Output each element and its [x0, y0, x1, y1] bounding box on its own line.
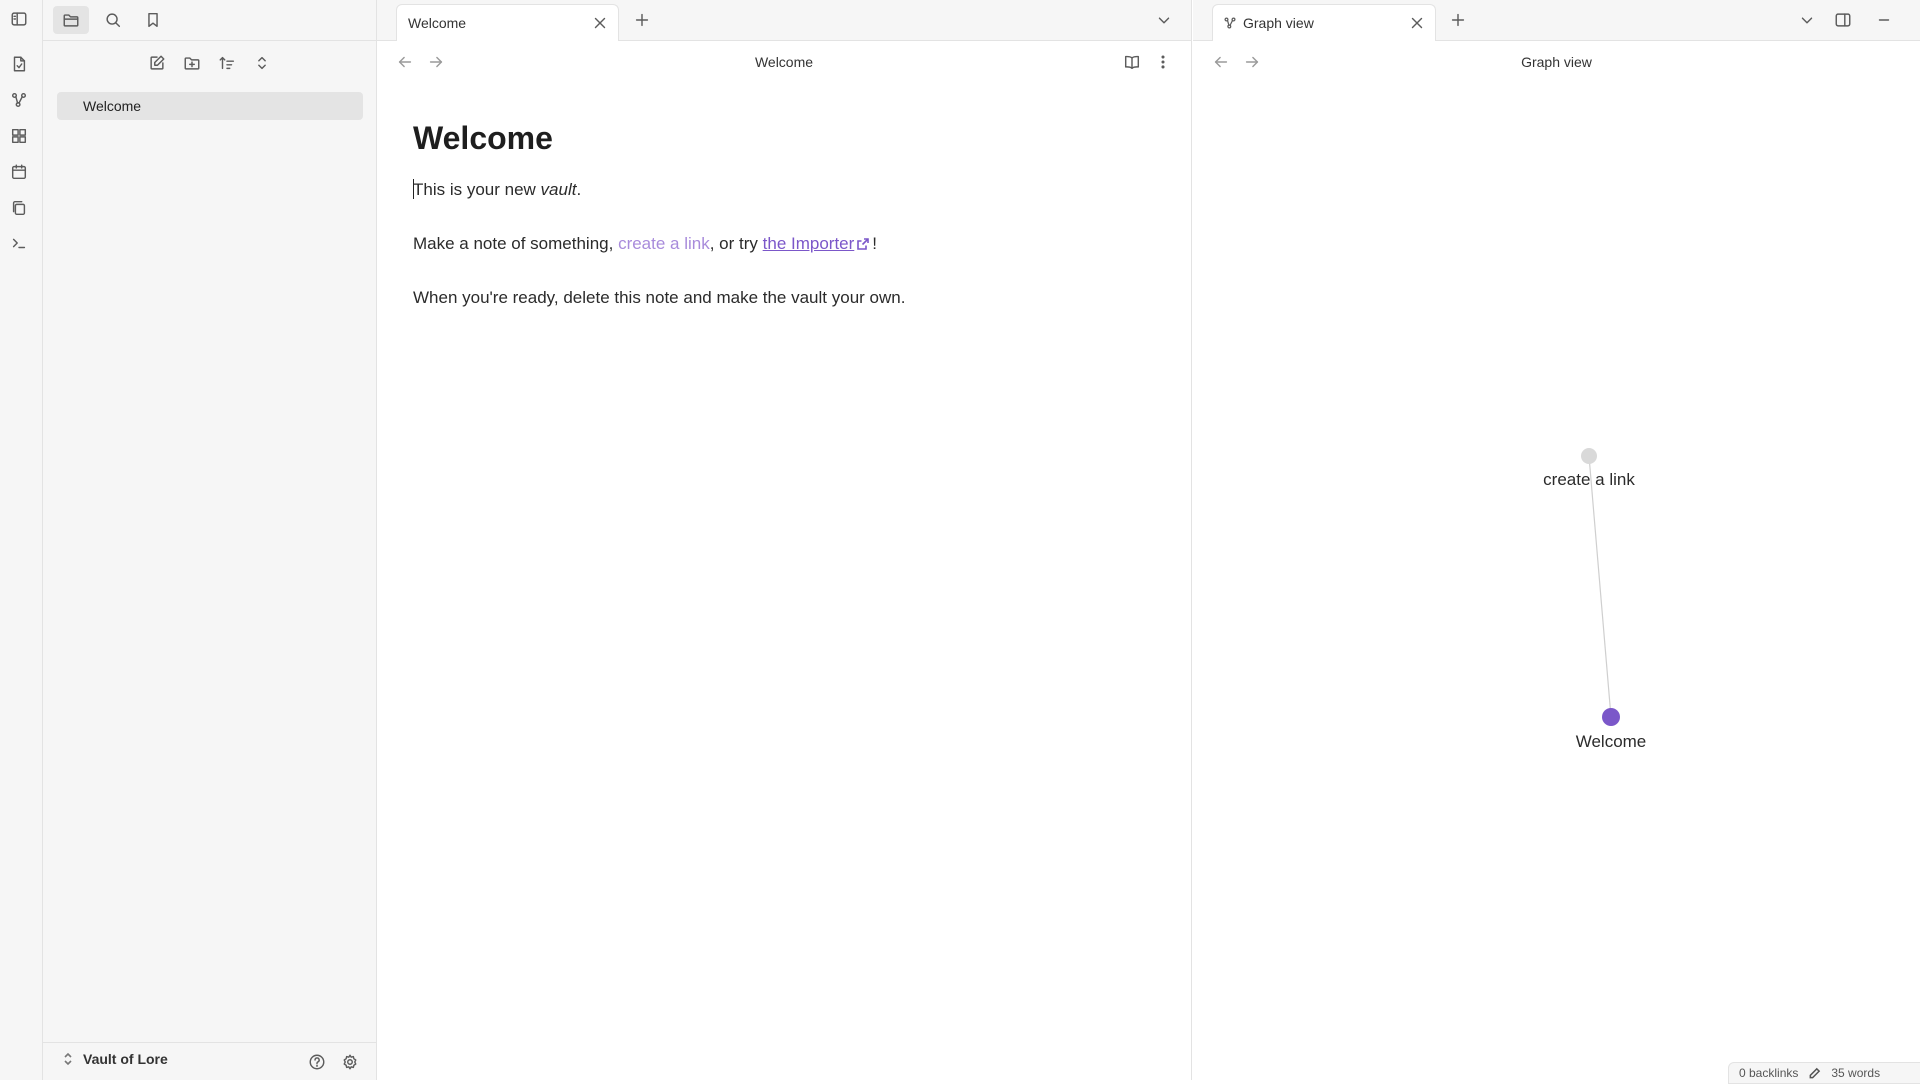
close-icon[interactable]: [588, 11, 612, 35]
graph-canvas[interactable]: create a link Welcome: [1193, 83, 1920, 1043]
close-icon[interactable]: [1405, 11, 1429, 35]
view-title: Graph view: [1521, 54, 1592, 70]
collapse-icon[interactable]: [249, 50, 275, 76]
graph-tab-bar: Graph view: [1193, 0, 1920, 41]
view-title: Welcome: [754, 54, 814, 70]
backlinks-count[interactable]: 0 backlinks: [1739, 1066, 1798, 1080]
emphasis-text: vault: [540, 180, 577, 199]
editor-view-header: Welcome: [377, 41, 1191, 83]
settings-icon[interactable]: [337, 1049, 363, 1075]
plus-icon[interactable]: [629, 7, 655, 33]
new-note-icon[interactable]: [144, 50, 170, 76]
graph-view-header: Graph view: [1193, 41, 1920, 83]
text-run: , or try: [709, 234, 763, 253]
graph-icon[interactable]: [6, 87, 32, 113]
book-icon[interactable]: [1119, 49, 1145, 75]
external-link[interactable]: the Importer: [763, 234, 855, 253]
new-folder-icon[interactable]: [179, 50, 205, 76]
bookmark-icon[interactable]: [135, 6, 171, 34]
word-count: 35 words: [1831, 1066, 1881, 1080]
edit-icon[interactable]: [1808, 1067, 1821, 1080]
ribbon: [0, 0, 43, 1080]
search-icon[interactable]: [95, 6, 131, 34]
internal-link[interactable]: create a link: [618, 234, 710, 253]
graph-node-create-a-link[interactable]: [1581, 448, 1597, 464]
more-icon[interactable]: [1150, 49, 1176, 75]
folder-icon[interactable]: [53, 6, 89, 34]
terminal-icon[interactable]: [6, 230, 32, 256]
editor-pane: Welcome Welcome Welcome This is your new…: [377, 0, 1192, 1080]
sidebar-toggle-icon[interactable]: [6, 6, 32, 32]
grid-icon[interactable]: [6, 123, 32, 149]
graph-svg: [1581, 448, 1620, 726]
external-link-icon: [856, 237, 870, 251]
graph-icon: [1223, 16, 1237, 30]
chevron-down-icon[interactable]: [1794, 7, 1820, 33]
graph-node-label: create a link: [1543, 470, 1635, 489]
graph-pane: Graph view Graph view create a link Welc…: [1193, 0, 1920, 1080]
text-run: This is your new: [413, 180, 541, 199]
tab-label: Graph view: [1243, 15, 1314, 31]
graph-edge: [1588, 455, 1612, 718]
calendar-icon[interactable]: [6, 159, 32, 185]
tab-label: Welcome: [408, 15, 467, 31]
chevron-updown-icon: [61, 1052, 75, 1066]
tab-welcome[interactable]: Welcome: [396, 4, 619, 41]
file-explorer-sidebar: Welcome Vault of Lore: [43, 0, 377, 1080]
sidebar-tab-header: [43, 0, 377, 41]
note-line-2: Make a note of something, create a link,…: [413, 232, 1153, 256]
text-run: !: [872, 234, 878, 253]
split-icon[interactable]: [1830, 7, 1856, 33]
vault-bar: Vault of Lore: [43, 1042, 377, 1080]
sort-icon[interactable]: [214, 50, 240, 76]
file-tree-item-welcome[interactable]: Welcome: [57, 92, 363, 120]
plus-icon[interactable]: [1445, 7, 1471, 33]
note-line-3: When you're ready, delete this note and …: [413, 288, 906, 307]
minimize-icon[interactable]: [1871, 7, 1897, 33]
chevron-down-icon[interactable]: [1151, 7, 1177, 33]
help-icon[interactable]: [304, 1049, 330, 1075]
open-quick-switcher-icon[interactable]: [6, 51, 32, 77]
note-line-1: This is your new vault.: [413, 178, 1153, 202]
graph-node-welcome[interactable]: [1602, 708, 1620, 726]
vault-switcher[interactable]: Vault of Lore: [61, 1051, 168, 1067]
text-run: .: [576, 180, 582, 199]
editor-tab-bar: Welcome: [377, 0, 1191, 41]
note-heading: Welcome: [413, 120, 553, 156]
note-content[interactable]: Welcome This is your new vault. Make a n…: [413, 118, 1153, 340]
status-bar: 0 backlinks 35 words: [1728, 1062, 1920, 1084]
copy-icon[interactable]: [6, 195, 32, 221]
graph-node-label: Welcome: [1575, 732, 1647, 751]
text-run: Make a note of something,: [413, 234, 619, 253]
vault-name: Vault of Lore: [83, 1051, 168, 1067]
tab-graph-view[interactable]: Graph view: [1212, 4, 1436, 41]
